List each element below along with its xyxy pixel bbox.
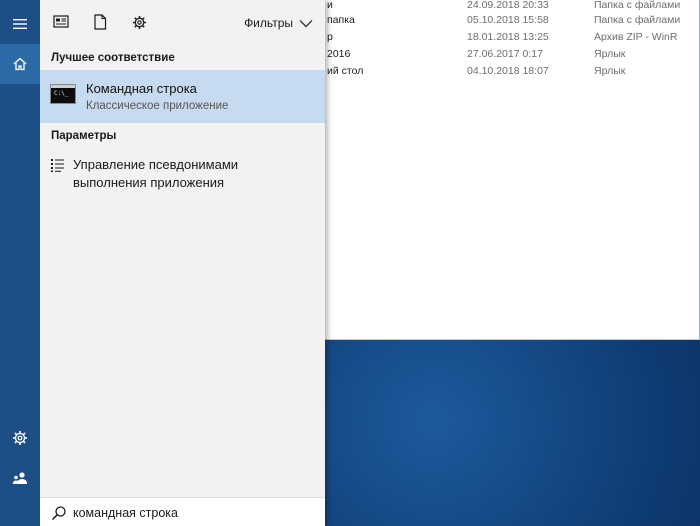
search-bar[interactable] (40, 497, 325, 526)
file-date: 27.06.2017 0:17 (467, 48, 543, 60)
settings-filter-button[interactable] (129, 12, 149, 32)
file-name: 2016 (327, 48, 351, 60)
user-icon (12, 472, 27, 484)
document-icon (94, 14, 107, 30)
file-row[interactable]: 2016 27.06.2017 0:17 Ярлык (301, 46, 700, 63)
apps-icon (53, 15, 69, 28)
settings-button[interactable] (0, 418, 40, 458)
search-results-panel: Фильтры Лучшее соответствие C:\_ Командн… (40, 0, 325, 526)
list-settings-icon (51, 159, 64, 172)
svg-text:C:\_: C:\_ (54, 90, 69, 97)
start-rail (0, 0, 40, 526)
file-name: и (327, 0, 333, 11)
file-row[interactable]: папка 05.10.2018 15:58 Папка с файлами (301, 12, 700, 29)
best-match-title: Командная строка (86, 81, 197, 96)
search-icon (51, 506, 66, 521)
best-match-header: Лучшее соответствие (51, 52, 175, 64)
settings-result-label: Управление псевдонимами выполнения прило… (73, 157, 239, 190)
gear-icon (132, 15, 146, 29)
chevron-down-icon (299, 19, 313, 27)
file-name: папка (327, 14, 355, 26)
file-name: ий стол (327, 65, 364, 77)
file-row[interactable]: р 18.01.2018 13:25 Архив ZIP - WinR (301, 29, 700, 46)
user-button[interactable] (0, 458, 40, 498)
filters-label: Фильтры (244, 16, 293, 30)
documents-filter-button[interactable] (90, 12, 110, 32)
home-icon (13, 57, 27, 71)
hamburger-icon (13, 19, 27, 29)
file-name: р (327, 31, 333, 43)
file-type: Ярлык (594, 65, 626, 77)
file-date: 05.10.2018 15:58 (467, 14, 549, 26)
gear-icon (13, 431, 27, 445)
start-menu: Фильтры Лучшее соответствие C:\_ Командн… (0, 0, 325, 526)
menu-button[interactable] (0, 4, 40, 44)
file-type: Папка с файлами (594, 0, 681, 11)
search-input[interactable] (73, 506, 313, 520)
best-match-subtitle: Классическое приложение (86, 100, 229, 112)
apps-filter-button[interactable] (51, 12, 71, 32)
home-button[interactable] (0, 44, 40, 84)
file-type: Архив ZIP - WinR (594, 31, 678, 43)
filters-dropdown[interactable]: Фильтры (244, 14, 313, 32)
search-top-bar: Фильтры (40, 0, 325, 44)
file-row[interactable]: ий стол 04.10.2018 18:07 Ярлык (301, 63, 700, 80)
file-type: Папка с файлами (594, 14, 681, 26)
file-type: Ярлык (594, 48, 626, 60)
best-match-result[interactable]: C:\_ Командная строка Классическое прило… (40, 70, 325, 123)
settings-section-header: Параметры (51, 130, 117, 142)
command-prompt-icon: C:\_ (50, 84, 76, 104)
settings-result-item[interactable]: Управление псевдонимами выполнения прило… (40, 152, 325, 196)
file-date: 24.09.2018 20:33 (467, 0, 549, 11)
file-date: 18.01.2018 13:25 (467, 31, 549, 43)
file-date: 04.10.2018 18:07 (467, 65, 549, 77)
file-explorer-window: и 24.09.2018 20:33 Папка с файлами папка… (300, 0, 700, 340)
